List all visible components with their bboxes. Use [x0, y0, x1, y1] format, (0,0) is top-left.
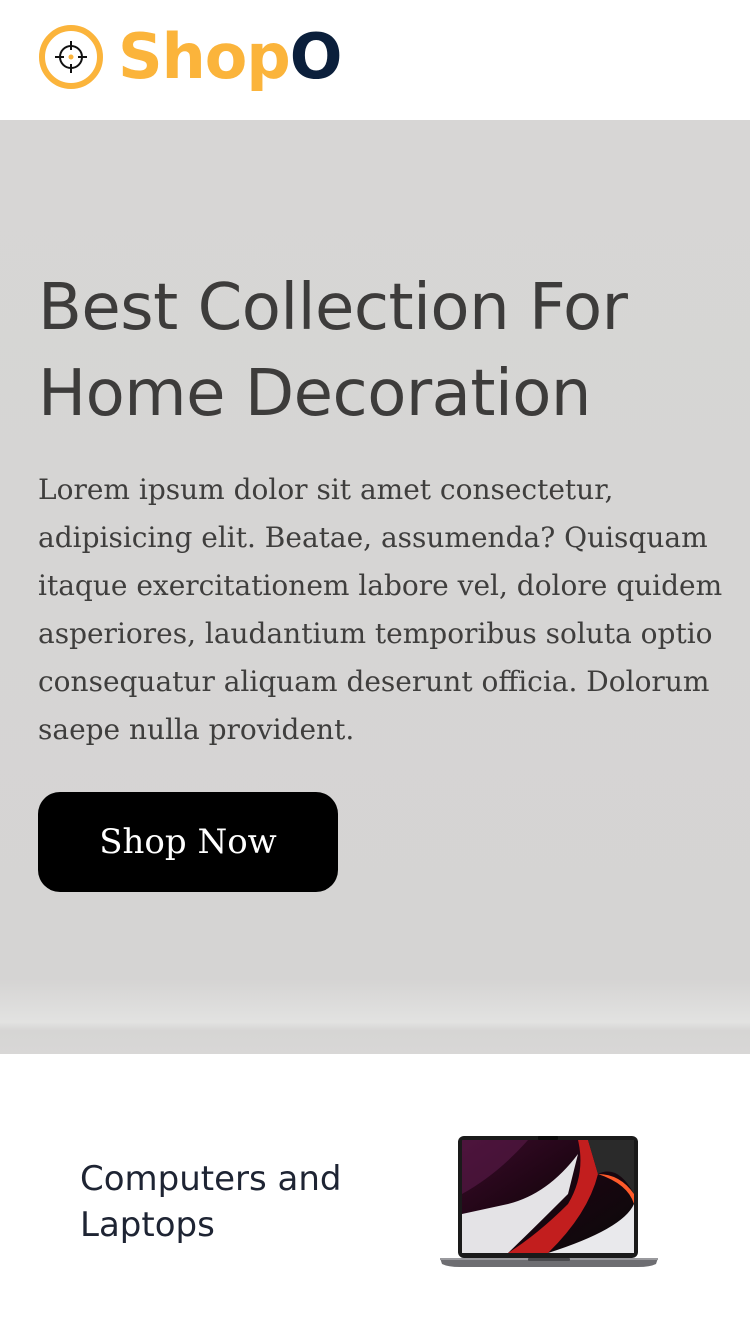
hero-title: Best Collection For Home Decoration: [38, 271, 628, 431]
shop-now-button[interactable]: Shop Now: [38, 792, 338, 892]
logo-wordmark: ShopO: [118, 22, 342, 92]
hero-description: Lorem ipsum dolor sit amet consectetur, …: [38, 473, 723, 746]
site-header: ShopO: [0, 0, 750, 120]
logo-text-shop: Shop: [118, 20, 291, 93]
category-label: Computers and Laptops: [80, 1159, 342, 1245]
hero-banner: Best Collection For Home Decoration Lore…: [0, 120, 750, 1054]
logo-link[interactable]: ShopO: [38, 22, 342, 92]
logo-text-o: O: [289, 20, 343, 93]
laptop-image: [440, 1136, 658, 1267]
category-card[interactable]: Computers and Laptops: [0, 1054, 750, 1333]
crosshair-target-icon: [39, 25, 103, 89]
